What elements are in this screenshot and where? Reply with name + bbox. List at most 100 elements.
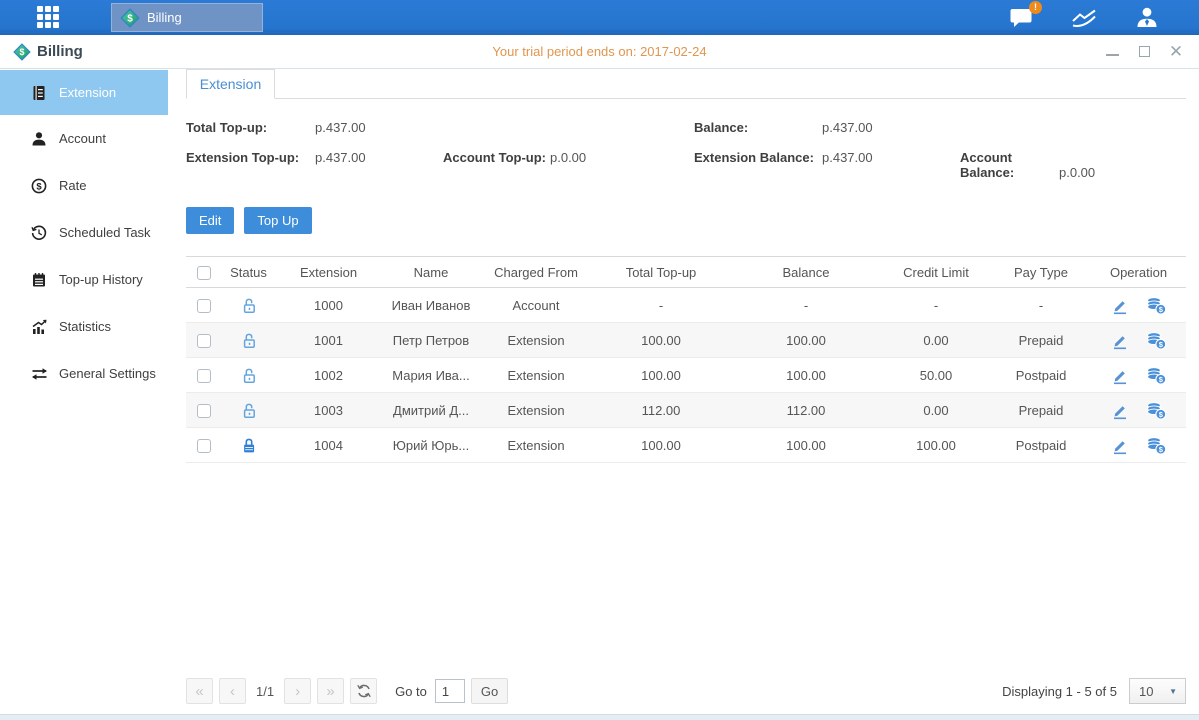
- sidebar-item-topup-history[interactable]: Top-up History: [0, 256, 168, 303]
- row-checkbox[interactable]: [197, 299, 211, 313]
- sidebar-item-label: Scheduled Task: [59, 225, 151, 240]
- row-checkbox[interactable]: [197, 439, 211, 453]
- sidebar-item-account[interactable]: Account: [0, 115, 168, 162]
- goto-page-input[interactable]: [435, 679, 465, 703]
- row-total-topup: 100.00: [591, 358, 731, 393]
- statistics-chart-icon: [30, 318, 48, 336]
- window-bottom-edge: [0, 714, 1199, 720]
- row-credit-limit: -: [881, 288, 991, 323]
- extension-table-body: 1000 Иван Иванов Account - - - -: [186, 288, 1186, 463]
- extension-balance-label: Extension Balance:: [694, 150, 822, 165]
- row-pay-type: Prepaid: [991, 323, 1091, 358]
- clock-history-icon: [30, 224, 48, 242]
- first-page-button[interactable]: «: [186, 678, 213, 704]
- user-account-icon[interactable]: [1135, 6, 1159, 30]
- app-launcher-icon[interactable]: [37, 6, 61, 30]
- topup-button[interactable]: Top Up: [244, 207, 311, 234]
- status-unlocked-icon[interactable]: [241, 367, 257, 384]
- row-edit-icon[interactable]: [1110, 366, 1130, 385]
- row-checkbox[interactable]: [197, 369, 211, 383]
- sliders-icon: [30, 365, 48, 383]
- page-size-value: 10: [1139, 684, 1153, 699]
- sidebar-item-rate[interactable]: $ Rate: [0, 162, 168, 209]
- select-all-checkbox[interactable]: [197, 266, 211, 280]
- extension-topup-value: p.437.00: [315, 150, 366, 165]
- next-page-button[interactable]: ›: [284, 678, 311, 704]
- tab-extension[interactable]: Extension: [186, 69, 275, 99]
- sidebar-item-label: Statistics: [59, 319, 111, 334]
- row-credit-limit: 50.00: [881, 358, 991, 393]
- row-topup-icon[interactable]: [1146, 401, 1167, 420]
- status-locked-icon[interactable]: [241, 437, 257, 454]
- row-topup-icon[interactable]: [1146, 296, 1167, 315]
- billing-diamond-icon-small: [13, 43, 31, 61]
- sidebar-item-label: Account: [59, 131, 106, 146]
- sidebar-item-general-settings[interactable]: General Settings: [0, 350, 168, 397]
- last-page-button[interactable]: »: [317, 678, 344, 704]
- row-charged-from: Extension: [481, 393, 591, 428]
- row-total-topup: 112.00: [591, 393, 731, 428]
- table-header-row: Status Extension Name Charged From Total…: [186, 257, 1186, 288]
- row-checkbox[interactable]: [197, 404, 211, 418]
- row-balance: -: [731, 288, 881, 323]
- extension-balance-value: p.437.00: [822, 150, 873, 165]
- go-button[interactable]: Go: [471, 678, 508, 704]
- row-topup-icon[interactable]: [1146, 366, 1167, 385]
- topbar: Billing !: [0, 0, 1199, 35]
- row-balance: 100.00: [731, 358, 881, 393]
- edit-button[interactable]: Edit: [186, 207, 234, 234]
- sidebar-item-extension[interactable]: Extension: [0, 70, 168, 115]
- minimize-icon[interactable]: [1106, 48, 1119, 56]
- sidebar-item-label: Top-up History: [59, 272, 143, 287]
- tab-strip: Extension: [186, 69, 1186, 99]
- row-total-topup: 100.00: [591, 428, 731, 463]
- row-extension: 1004: [276, 428, 381, 463]
- svg-text:$: $: [36, 181, 42, 192]
- extension-topup-label: Extension Top-up:: [186, 150, 315, 165]
- row-credit-limit: 0.00: [881, 323, 991, 358]
- goto-label: Go to: [395, 684, 427, 699]
- status-unlocked-icon[interactable]: [241, 332, 257, 349]
- window-titlebar: Your trial period ends on: 2017-02-24 Bi…: [0, 35, 1199, 69]
- resource-monitor-icon[interactable]: [1071, 7, 1098, 29]
- notifications-chat-icon[interactable]: !: [1009, 7, 1034, 29]
- close-icon[interactable]: ✕: [1169, 45, 1183, 59]
- row-edit-icon[interactable]: [1110, 296, 1130, 315]
- row-pay-type: Postpaid: [991, 428, 1091, 463]
- status-unlocked-icon[interactable]: [241, 297, 257, 314]
- table-row: 1004 Юрий Юрь... Extension 100.00 100.00…: [186, 428, 1186, 463]
- row-name: Иван Иванов: [381, 288, 481, 323]
- page-size-select[interactable]: 10 ▼: [1129, 678, 1186, 704]
- row-topup-icon[interactable]: [1146, 436, 1167, 455]
- maximize-icon[interactable]: [1139, 46, 1150, 57]
- displaying-text: Displaying 1 - 5 of 5: [1002, 684, 1117, 699]
- main-panel: Extension Total Top-up:p.437.00 Balance:…: [168, 69, 1199, 714]
- col-operation: Operation: [1091, 257, 1186, 288]
- row-edit-icon[interactable]: [1110, 401, 1130, 420]
- row-pay-type: -: [991, 288, 1091, 323]
- topbar-tab-billing[interactable]: Billing: [111, 3, 263, 32]
- row-balance: 100.00: [731, 323, 881, 358]
- col-charged-from: Charged From: [481, 257, 591, 288]
- row-extension: 1003: [276, 393, 381, 428]
- col-name: Name: [381, 257, 481, 288]
- row-name: Дмитрий Д...: [381, 393, 481, 428]
- row-extension: 1002: [276, 358, 381, 393]
- notebook-icon: [30, 271, 48, 289]
- sidebar-item-statistics[interactable]: Statistics: [0, 303, 168, 350]
- balance-label: Balance:: [694, 120, 822, 135]
- row-topup-icon[interactable]: [1146, 331, 1167, 350]
- row-credit-limit: 100.00: [881, 428, 991, 463]
- row-balance: 100.00: [731, 428, 881, 463]
- col-credit-limit: Credit Limit: [881, 257, 991, 288]
- prev-page-button[interactable]: ‹: [219, 678, 246, 704]
- sidebar-item-scheduled-task[interactable]: Scheduled Task: [0, 209, 168, 256]
- refresh-button[interactable]: [350, 678, 377, 704]
- row-checkbox[interactable]: [197, 334, 211, 348]
- sidebar-item-label: Extension: [59, 85, 116, 100]
- row-edit-icon[interactable]: [1110, 436, 1130, 455]
- billing-diamond-icon: [120, 8, 140, 28]
- row-extension: 1000: [276, 288, 381, 323]
- row-edit-icon[interactable]: [1110, 331, 1130, 350]
- status-unlocked-icon[interactable]: [241, 402, 257, 419]
